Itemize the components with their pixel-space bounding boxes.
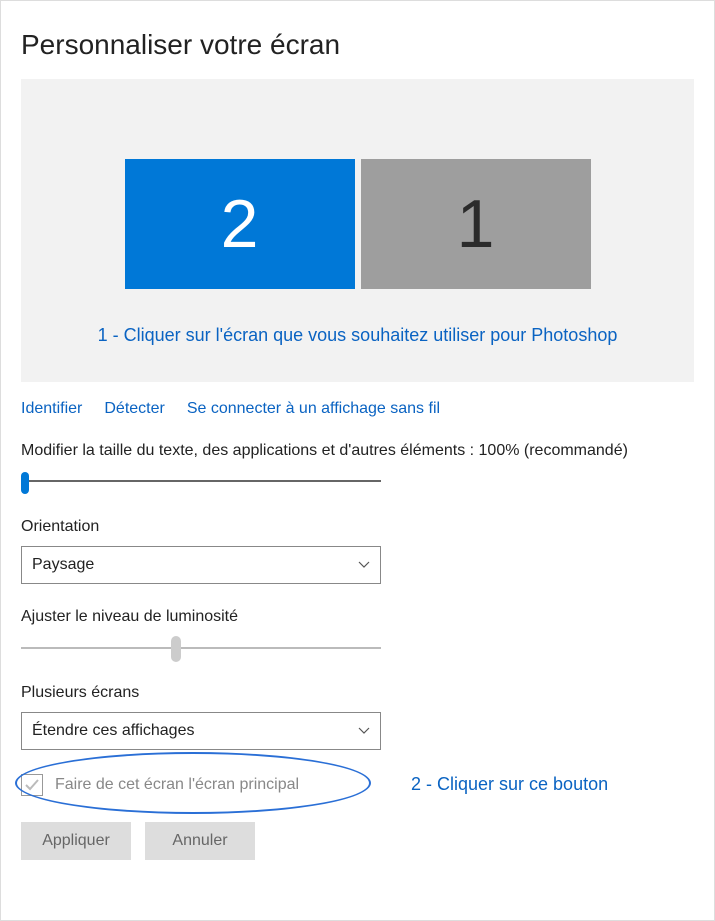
- multi-display-label: Plusieurs écrans: [21, 684, 694, 702]
- orientation-label: Orientation: [21, 518, 694, 536]
- page-title: Personnaliser votre écran: [21, 29, 694, 61]
- apply-button[interactable]: Appliquer: [21, 822, 131, 860]
- primary-display-row: Faire de cet écran l'écran principal 2 -…: [21, 774, 694, 796]
- detect-link[interactable]: Détecter: [104, 400, 164, 418]
- cancel-button[interactable]: Annuler: [145, 822, 255, 860]
- orientation-value: Paysage: [32, 556, 94, 574]
- monitor-tile-2[interactable]: 2: [125, 159, 355, 289]
- check-icon: [24, 777, 40, 793]
- chevron-down-icon: [358, 725, 370, 737]
- dialog-buttons: Appliquer Annuler: [21, 822, 694, 860]
- orientation-select[interactable]: Paysage: [21, 546, 381, 584]
- scale-label: Modifier la taille du texte, des applica…: [21, 442, 694, 460]
- monitor-tile-1[interactable]: 1: [361, 159, 591, 289]
- brightness-slider[interactable]: [21, 636, 381, 660]
- annotation-step-2: 2 - Cliquer sur ce bouton: [411, 774, 608, 795]
- display-links: Identifier Détecter Se connecter à un af…: [21, 400, 694, 418]
- identify-link[interactable]: Identifier: [21, 400, 82, 418]
- slider-track: [21, 480, 381, 482]
- monitor-layout: 2 1: [39, 159, 676, 289]
- multi-display-value: Étendre ces affichages: [32, 722, 194, 740]
- wireless-display-link[interactable]: Se connecter à un affichage sans fil: [187, 400, 440, 418]
- multi-display-select[interactable]: Étendre ces affichages: [21, 712, 381, 750]
- chevron-down-icon: [358, 559, 370, 571]
- slider-track: [21, 647, 381, 649]
- primary-display-label: Faire de cet écran l'écran principal: [55, 776, 299, 794]
- monitor-arrangement-area: 2 1 1 - Cliquer sur l'écran que vous sou…: [21, 79, 694, 382]
- brightness-label: Ajuster le niveau de luminosité: [21, 608, 694, 626]
- slider-thumb[interactable]: [171, 636, 181, 662]
- primary-display-checkbox[interactable]: [21, 774, 43, 796]
- annotation-step-1: 1 - Cliquer sur l'écran que vous souhait…: [39, 325, 676, 346]
- scale-slider[interactable]: [21, 470, 381, 494]
- slider-thumb[interactable]: [21, 472, 29, 494]
